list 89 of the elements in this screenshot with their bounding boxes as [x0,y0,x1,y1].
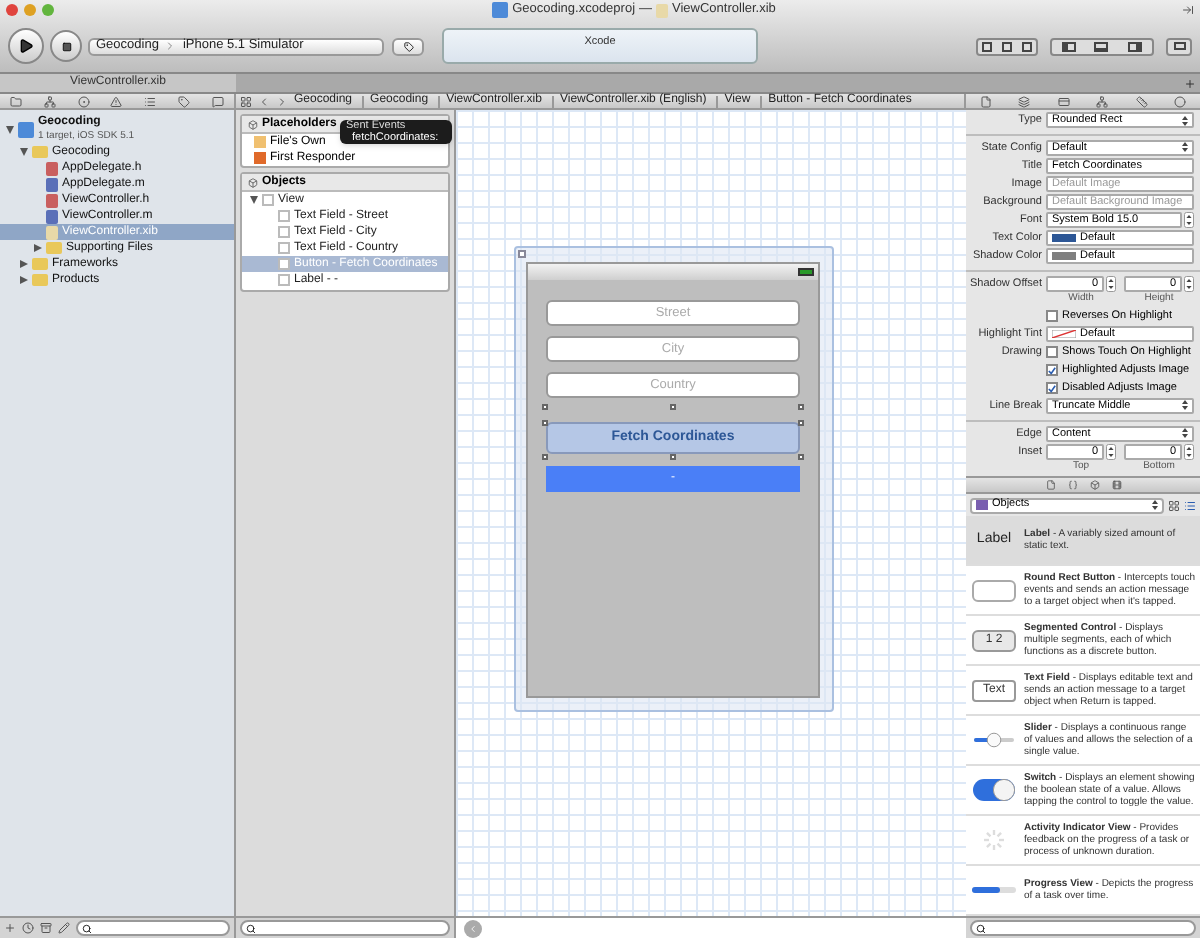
up-down-arrows-icon [1152,500,1158,510]
utilities-toggle-icon [1128,41,1143,51]
project-icon [18,121,34,137]
folder-icon [32,146,48,158]
resize-handle[interactable] [670,454,676,460]
view-toggle-control[interactable] [1050,37,1154,55]
resize-handle[interactable] [798,454,804,460]
resize-handle[interactable] [798,420,804,426]
project-icon [492,2,509,18]
source-file-icon [46,209,58,223]
play-icon [18,38,34,54]
checkbox[interactable] [1046,382,1058,395]
up-down-arrows-icon [1182,428,1188,439]
standard-editor-icon [982,41,993,51]
archive-icon[interactable] [40,922,52,934]
search-icon [976,923,986,933]
assistant-editor-icon [1001,41,1012,51]
related-items-icon[interactable] [240,95,252,107]
folder-icon[interactable] [10,95,23,107]
interface-file-icon [46,225,58,239]
close-button[interactable] [6,4,18,16]
round-rect-button-icon [972,579,1016,601]
search-icon [246,923,256,933]
switch-icon [972,778,1016,802]
organizer-icon [1173,42,1185,50]
stepper-icon[interactable] [1184,275,1194,292]
organizer-button[interactable] [1166,37,1192,55]
file-icon[interactable] [1045,480,1055,490]
stepper-icon[interactable] [1106,275,1116,292]
version-editor-icon [1021,41,1032,51]
breakpoints-button[interactable] [392,37,424,55]
card-icon[interactable] [1057,95,1070,107]
resize-handle[interactable] [542,420,548,426]
up-down-arrows-icon [1182,115,1188,125]
resize-handle[interactable] [542,404,548,410]
film-icon[interactable] [1111,480,1121,490]
speech-bubble-icon[interactable] [211,95,224,107]
list-view-icon[interactable] [1184,499,1196,511]
source-file-icon [46,177,58,191]
battery-icon [798,268,814,276]
file-icon[interactable] [979,95,992,107]
checkbox[interactable] [1046,364,1058,377]
interface-file-icon [656,3,669,17]
up-down-arrows-icon [1182,400,1188,411]
clock-icon[interactable] [22,922,34,934]
stepper-icon[interactable] [1184,443,1194,460]
add-icon[interactable] [4,922,16,934]
header-file-icon [46,193,58,207]
back-icon [468,923,478,933]
stop-icon [61,41,71,51]
edit-icon[interactable] [58,922,70,934]
stop-button[interactable] [50,30,82,62]
checkbox[interactable] [1046,346,1058,359]
tag-icon[interactable] [177,95,190,107]
list-icon[interactable] [144,95,157,107]
resize-handle[interactable] [798,404,804,410]
fullscreen-icon[interactable] [1182,4,1194,16]
chevron-icon [164,40,177,52]
navigator-filter-field[interactable] [76,920,230,936]
breakpoint-icon [403,41,413,51]
grid-view-icon[interactable] [1168,499,1180,511]
no-color-swatch-icon [1052,329,1076,338]
resize-handle[interactable] [670,404,676,410]
braces-icon[interactable] [1067,480,1077,490]
debug-toggle-icon [1094,41,1109,51]
stepper-icon[interactable] [1106,443,1116,460]
editor-mode-control[interactable] [976,37,1038,55]
run-button[interactable] [8,28,44,64]
stepper-icon[interactable] [1184,211,1194,228]
search-icon [82,923,92,933]
ruler-icon[interactable] [1135,95,1148,107]
library-icon [976,500,988,510]
navigator-toggle-icon [1061,41,1076,51]
spinner-icon [980,826,1008,854]
layers-icon[interactable] [1018,95,1031,107]
target-icon[interactable] [77,95,90,107]
hierarchy-icon[interactable] [44,95,57,107]
header-file-icon [46,161,58,175]
add-tab-icon[interactable] [1184,77,1196,89]
warning-icon[interactable] [110,95,123,107]
progress-bar-icon [972,886,1016,894]
up-down-arrows-icon [1182,142,1188,153]
outline-filter-field[interactable] [240,920,450,936]
slider-icon [972,732,1016,748]
checkbox[interactable] [1046,310,1058,323]
hierarchy-icon[interactable] [1096,95,1109,107]
resize-handle[interactable] [542,454,548,460]
library-filter-field[interactable] [970,920,1196,936]
circle-icon[interactable] [1174,95,1187,107]
